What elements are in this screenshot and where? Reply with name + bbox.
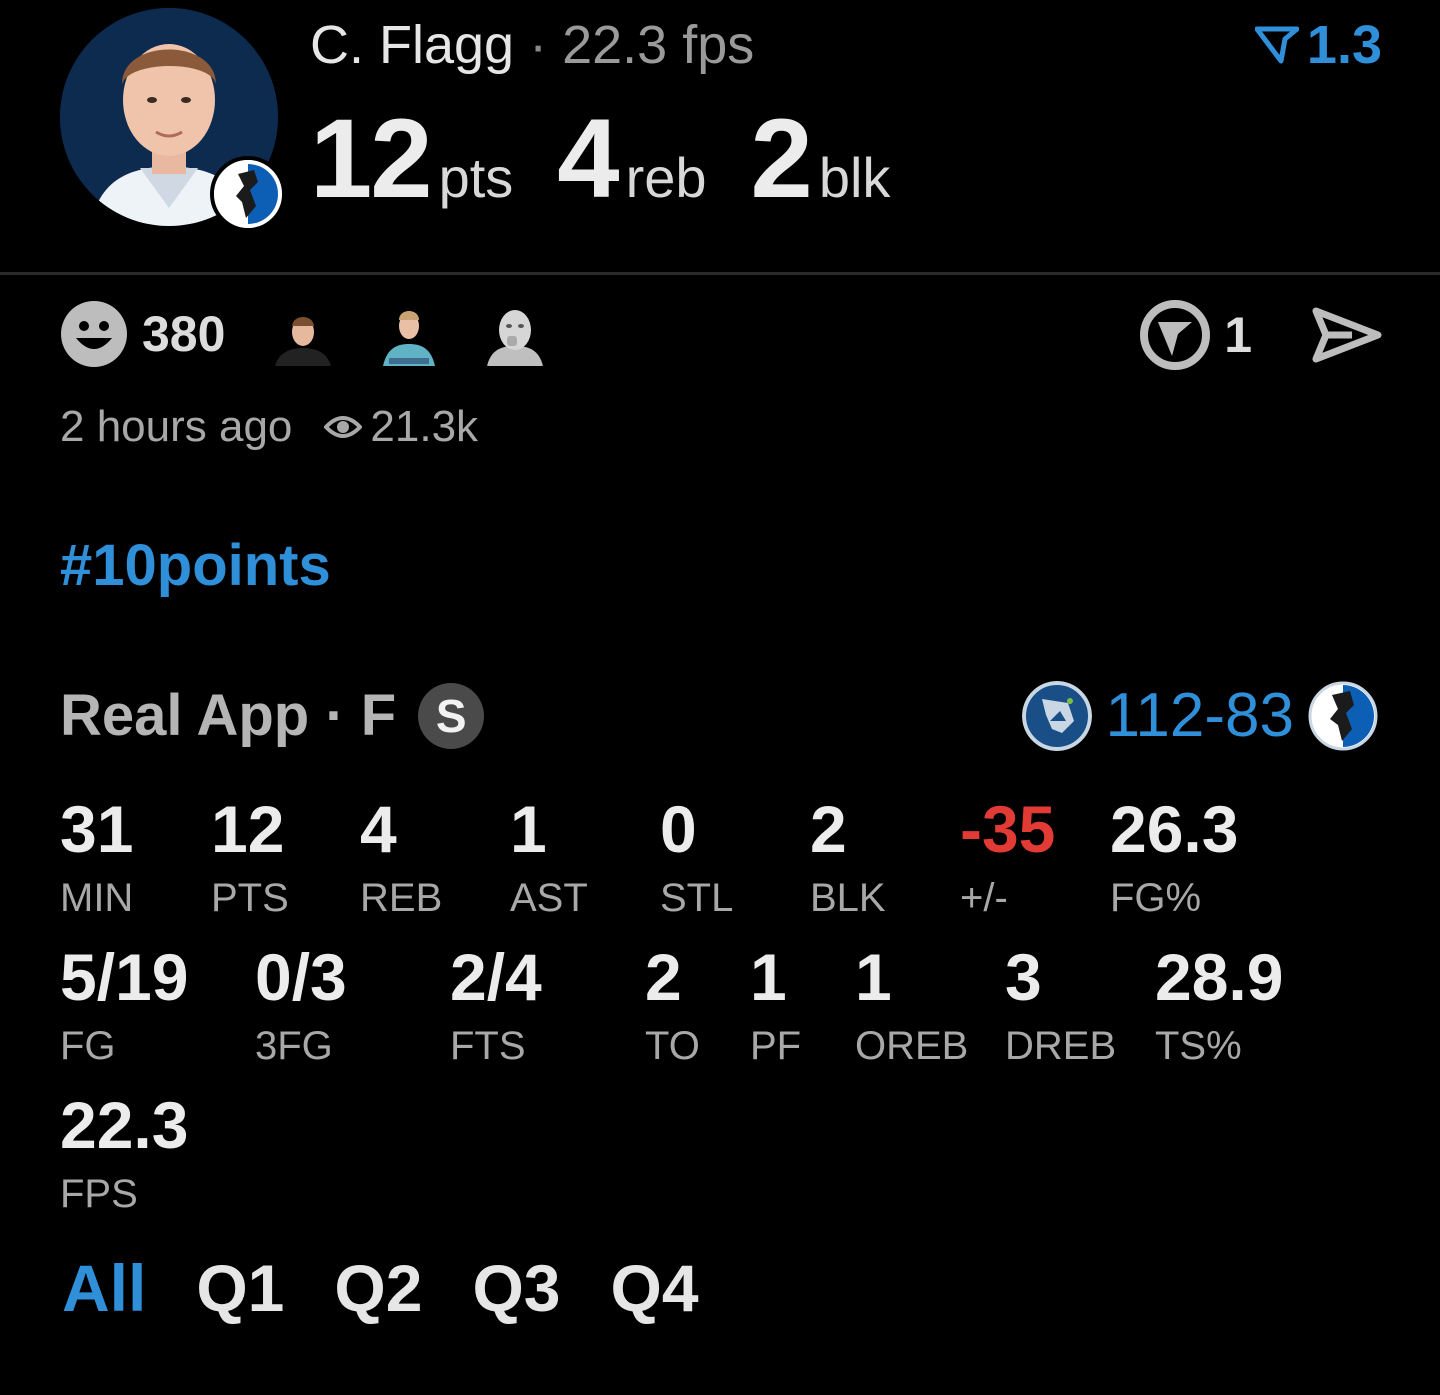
- stat-label: BLK: [810, 876, 886, 920]
- mavericks-badge-icon: [210, 156, 286, 232]
- stat-3fg: 0/3 3FG: [255, 944, 347, 1069]
- stat-blk: 2 BLK: [810, 796, 886, 921]
- stat-value: 5/19: [60, 940, 189, 1014]
- stat-pts: 12 PTS: [211, 796, 289, 921]
- reactor-avatar[interactable]: [483, 302, 548, 366]
- stat-value: 31: [60, 792, 134, 866]
- headline-stat-unit: blk: [818, 146, 891, 209]
- separator-dot: ·: [529, 15, 548, 75]
- source-label: Real App · F: [60, 683, 397, 748]
- stat-value: 1: [510, 792, 547, 866]
- hashtag-link[interactable]: #10points: [60, 532, 331, 599]
- stat-label: MIN: [60, 876, 134, 920]
- stat-label: AST: [510, 876, 588, 920]
- post-meta: 2 hours ago 21.3k: [60, 402, 478, 452]
- stat-value: 2: [810, 792, 847, 866]
- stat-stl: 0 STL: [660, 796, 733, 921]
- stat-reb: 4 REB: [360, 796, 442, 921]
- stat-value: 1: [750, 940, 787, 1014]
- stat-label: FG%: [1110, 876, 1202, 920]
- rating-value: 1.3: [1306, 15, 1382, 75]
- reaction-count[interactable]: 380: [142, 305, 225, 363]
- post-time: 2 hours ago: [60, 402, 293, 451]
- stat-label: TO: [645, 1024, 700, 1068]
- stat-label: 3FG: [255, 1024, 333, 1068]
- rating[interactable]: 1.3: [1254, 14, 1382, 76]
- source-badge: S: [418, 682, 485, 749]
- vote-icon: [1254, 26, 1299, 64]
- stat-min: 31 MIN: [60, 796, 133, 921]
- reactor-avatar[interactable]: [377, 302, 442, 366]
- stat-label: REB: [360, 876, 443, 920]
- stat-label: FG: [60, 1024, 116, 1068]
- view-count: 21.3k: [324, 402, 478, 452]
- stat-fg-pct: 26.3 FG%: [1110, 796, 1238, 921]
- send-icon[interactable]: [1312, 305, 1382, 365]
- stat-ts-pct: 28.9 TS%: [1155, 944, 1283, 1069]
- stat-to: 2 TO: [645, 944, 700, 1069]
- quarter-tabs: All Q1 Q2 Q3 Q4: [62, 1250, 749, 1326]
- tab-q3[interactable]: Q3: [472, 1250, 560, 1326]
- stat-value: 2/4: [450, 940, 542, 1014]
- post-actions: 1: [1140, 300, 1382, 370]
- stat-fg: 5/19 FG: [60, 944, 188, 1069]
- stat-value: 0/3: [255, 940, 347, 1014]
- timberwolves-logo-icon: [1021, 680, 1092, 751]
- stat-fts: 2/4 FTS: [450, 944, 542, 1069]
- stat-label: FPS: [60, 1172, 138, 1216]
- game-score[interactable]: 112-83: [1021, 680, 1378, 751]
- stat-label: FTS: [450, 1024, 526, 1068]
- stat-fps: 22.3 FPS: [60, 1092, 188, 1217]
- headline-stat-value: 2: [750, 96, 813, 221]
- score-value: 112-83: [1105, 681, 1294, 750]
- reactor-avatar[interactable]: [271, 302, 336, 366]
- headline-stat-unit: reb: [625, 146, 707, 209]
- post-header: C. Flagg · 22.3 fps 1.3 12 pts 4 reb 2 b…: [0, 0, 1440, 272]
- stat-source: Real App · F S: [60, 682, 485, 749]
- stat-value: 22.3: [60, 1088, 189, 1162]
- stat-value: 1: [855, 940, 892, 1014]
- stat-value: 28.9: [1155, 940, 1284, 1014]
- headline-stat-unit: pts: [438, 146, 514, 209]
- stat-label: TS%: [1155, 1024, 1242, 1068]
- view-count-value: 21.3k: [370, 402, 479, 451]
- stat-plus-minus: -35 +/-: [960, 796, 1055, 921]
- smiley-icon[interactable]: [60, 300, 128, 368]
- tab-q2[interactable]: Q2: [334, 1250, 422, 1326]
- tab-all[interactable]: All: [62, 1250, 146, 1326]
- stat-label: PTS: [211, 876, 289, 920]
- stat-label: PF: [750, 1024, 802, 1068]
- tab-q4[interactable]: Q4: [610, 1250, 698, 1326]
- divider: [0, 272, 1440, 275]
- headline-stat-value: 4: [557, 96, 619, 221]
- headline-stat-value: 12: [310, 96, 433, 221]
- stat-value: 3: [1005, 940, 1042, 1014]
- stat-label: +/-: [960, 876, 1008, 920]
- comment-icon[interactable]: [1140, 300, 1211, 370]
- stat-pf: 1 PF: [750, 944, 801, 1069]
- player-line: C. Flagg · 22.3 fps: [310, 14, 754, 76]
- stat-value: 0: [660, 792, 697, 866]
- fps-summary: 22.3 fps: [562, 15, 755, 75]
- stat-value: 4: [360, 792, 397, 866]
- stat-value: -35: [960, 792, 1056, 866]
- mavericks-logo-icon: [1308, 681, 1378, 751]
- eye-icon: [324, 416, 363, 438]
- comment-count: 1: [1224, 307, 1252, 363]
- stat-value: 26.3: [1110, 792, 1239, 866]
- headline-stats: 12 pts 4 reb 2 blk: [310, 94, 934, 223]
- stat-label: DREB: [1005, 1024, 1117, 1068]
- stat-label: STL: [660, 876, 734, 920]
- player-name[interactable]: C. Flagg: [310, 15, 514, 75]
- stat-value: 2: [645, 940, 682, 1014]
- stat-value: 12: [211, 792, 285, 866]
- reactions-bar: 380: [60, 300, 589, 368]
- stat-label: OREB: [855, 1024, 969, 1068]
- tab-q1[interactable]: Q1: [196, 1250, 284, 1326]
- stat-oreb: 1 OREB: [855, 944, 968, 1069]
- stat-dreb: 3 DREB: [1005, 944, 1116, 1069]
- stat-ast: 1 AST: [510, 796, 588, 921]
